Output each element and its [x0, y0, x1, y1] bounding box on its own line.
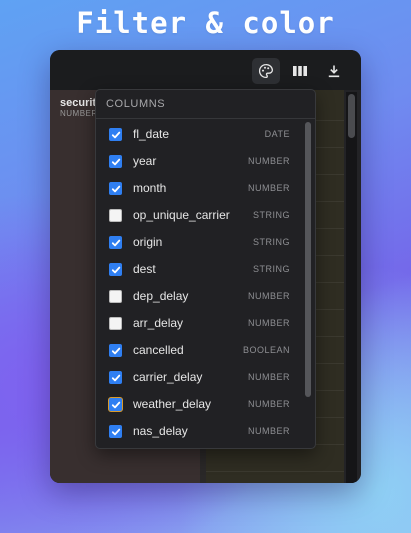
palette-icon [258, 63, 274, 79]
checkmark-icon [111, 428, 120, 435]
column-checkbox[interactable] [109, 263, 122, 276]
column-name: cancelled [133, 343, 184, 357]
column-checkbox[interactable] [109, 371, 122, 384]
column-checkbox[interactable] [109, 290, 122, 303]
column-checkbox[interactable] [109, 344, 122, 357]
column-item-year[interactable]: year NUMBER [96, 147, 301, 174]
column-type: STRING [252, 264, 290, 274]
popover-scrollbar[interactable] [305, 122, 311, 397]
page-headline: Filter & color [76, 6, 335, 40]
column-checkbox[interactable] [109, 155, 122, 168]
checkmark-icon [111, 239, 120, 246]
column-type: NUMBER [247, 372, 290, 382]
column-item-carrier-delay[interactable]: carrier_delay NUMBER [96, 363, 301, 390]
checkmark-icon [111, 185, 120, 192]
grid-scrollbar-thumb[interactable] [348, 94, 355, 138]
column-name: nas_delay [133, 424, 188, 438]
column-type: NUMBER [247, 156, 290, 166]
column-item-op-unique-carrier[interactable]: op_unique_carrier STRING [96, 201, 301, 228]
column-type: DATE [264, 129, 290, 139]
toolbar [50, 50, 361, 90]
column-checkbox[interactable] [109, 398, 122, 411]
column-item-origin[interactable]: origin STRING [96, 228, 301, 255]
column-name: dest [133, 262, 156, 276]
column-name: arr_delay [133, 316, 184, 330]
column-name: origin [133, 235, 163, 249]
columns-popover: COLUMNS fl_date DATE year NUMBER month NUMBER… [95, 89, 316, 449]
column-item-dep-delay[interactable]: dep_delay NUMBER [96, 282, 301, 309]
grid-row-line [206, 471, 344, 472]
column-type: NUMBER [247, 291, 290, 301]
download-icon [328, 65, 340, 78]
grid-scrollbar[interactable] [346, 92, 357, 483]
column-name: carrier_delay [133, 370, 203, 384]
columns-button[interactable] [286, 58, 314, 84]
column-item-weather-delay[interactable]: weather_delay NUMBER [96, 390, 301, 417]
grid-column-header-name: securit [60, 97, 96, 109]
column-type: STRING [252, 210, 290, 220]
column-checkbox[interactable] [109, 182, 122, 195]
column-name: year [133, 154, 157, 168]
column-list: fl_date DATE year NUMBER month NUMBER op_uniqu… [96, 120, 315, 448]
column-item-month[interactable]: month NUMBER [96, 174, 301, 201]
checkmark-icon [111, 131, 120, 138]
columns-icon [293, 66, 307, 76]
popover-title: COLUMNS [106, 98, 166, 110]
column-checkbox[interactable] [109, 236, 122, 249]
grid-column-header-type: NUMBER [60, 109, 96, 118]
column-checkbox[interactable] [109, 128, 122, 141]
column-name: dep_delay [133, 289, 189, 303]
column-checkbox[interactable] [109, 209, 122, 222]
column-name: weather_delay [133, 397, 212, 411]
column-name: op_unique_carrier [133, 208, 230, 222]
column-checkbox[interactable] [109, 425, 122, 438]
column-name: fl_date [133, 127, 170, 141]
popover-divider [96, 118, 315, 119]
column-item-arr-delay[interactable]: arr_delay NUMBER [96, 309, 301, 336]
column-type: BOOLEAN [242, 345, 290, 355]
column-type: NUMBER [247, 183, 290, 193]
checkmark-icon [111, 266, 120, 273]
checkmark-icon [111, 158, 120, 165]
column-type: NUMBER [247, 318, 290, 328]
column-item-nas-delay[interactable]: nas_delay NUMBER [96, 417, 301, 444]
column-type: STRING [252, 237, 290, 247]
column-type: NUMBER [247, 399, 290, 409]
column-checkbox[interactable] [109, 317, 122, 330]
checkmark-icon [111, 347, 120, 354]
column-item-fl-date[interactable]: fl_date DATE [96, 120, 301, 147]
download-button[interactable] [320, 58, 348, 84]
column-item-dest[interactable]: dest STRING [96, 255, 301, 282]
column-item-cancelled[interactable]: cancelled BOOLEAN [96, 336, 301, 363]
column-name: month [133, 181, 167, 195]
column-type: NUMBER [247, 426, 290, 436]
color-button[interactable] [252, 58, 280, 84]
checkmark-icon [111, 374, 120, 381]
checkmark-icon [111, 401, 120, 408]
